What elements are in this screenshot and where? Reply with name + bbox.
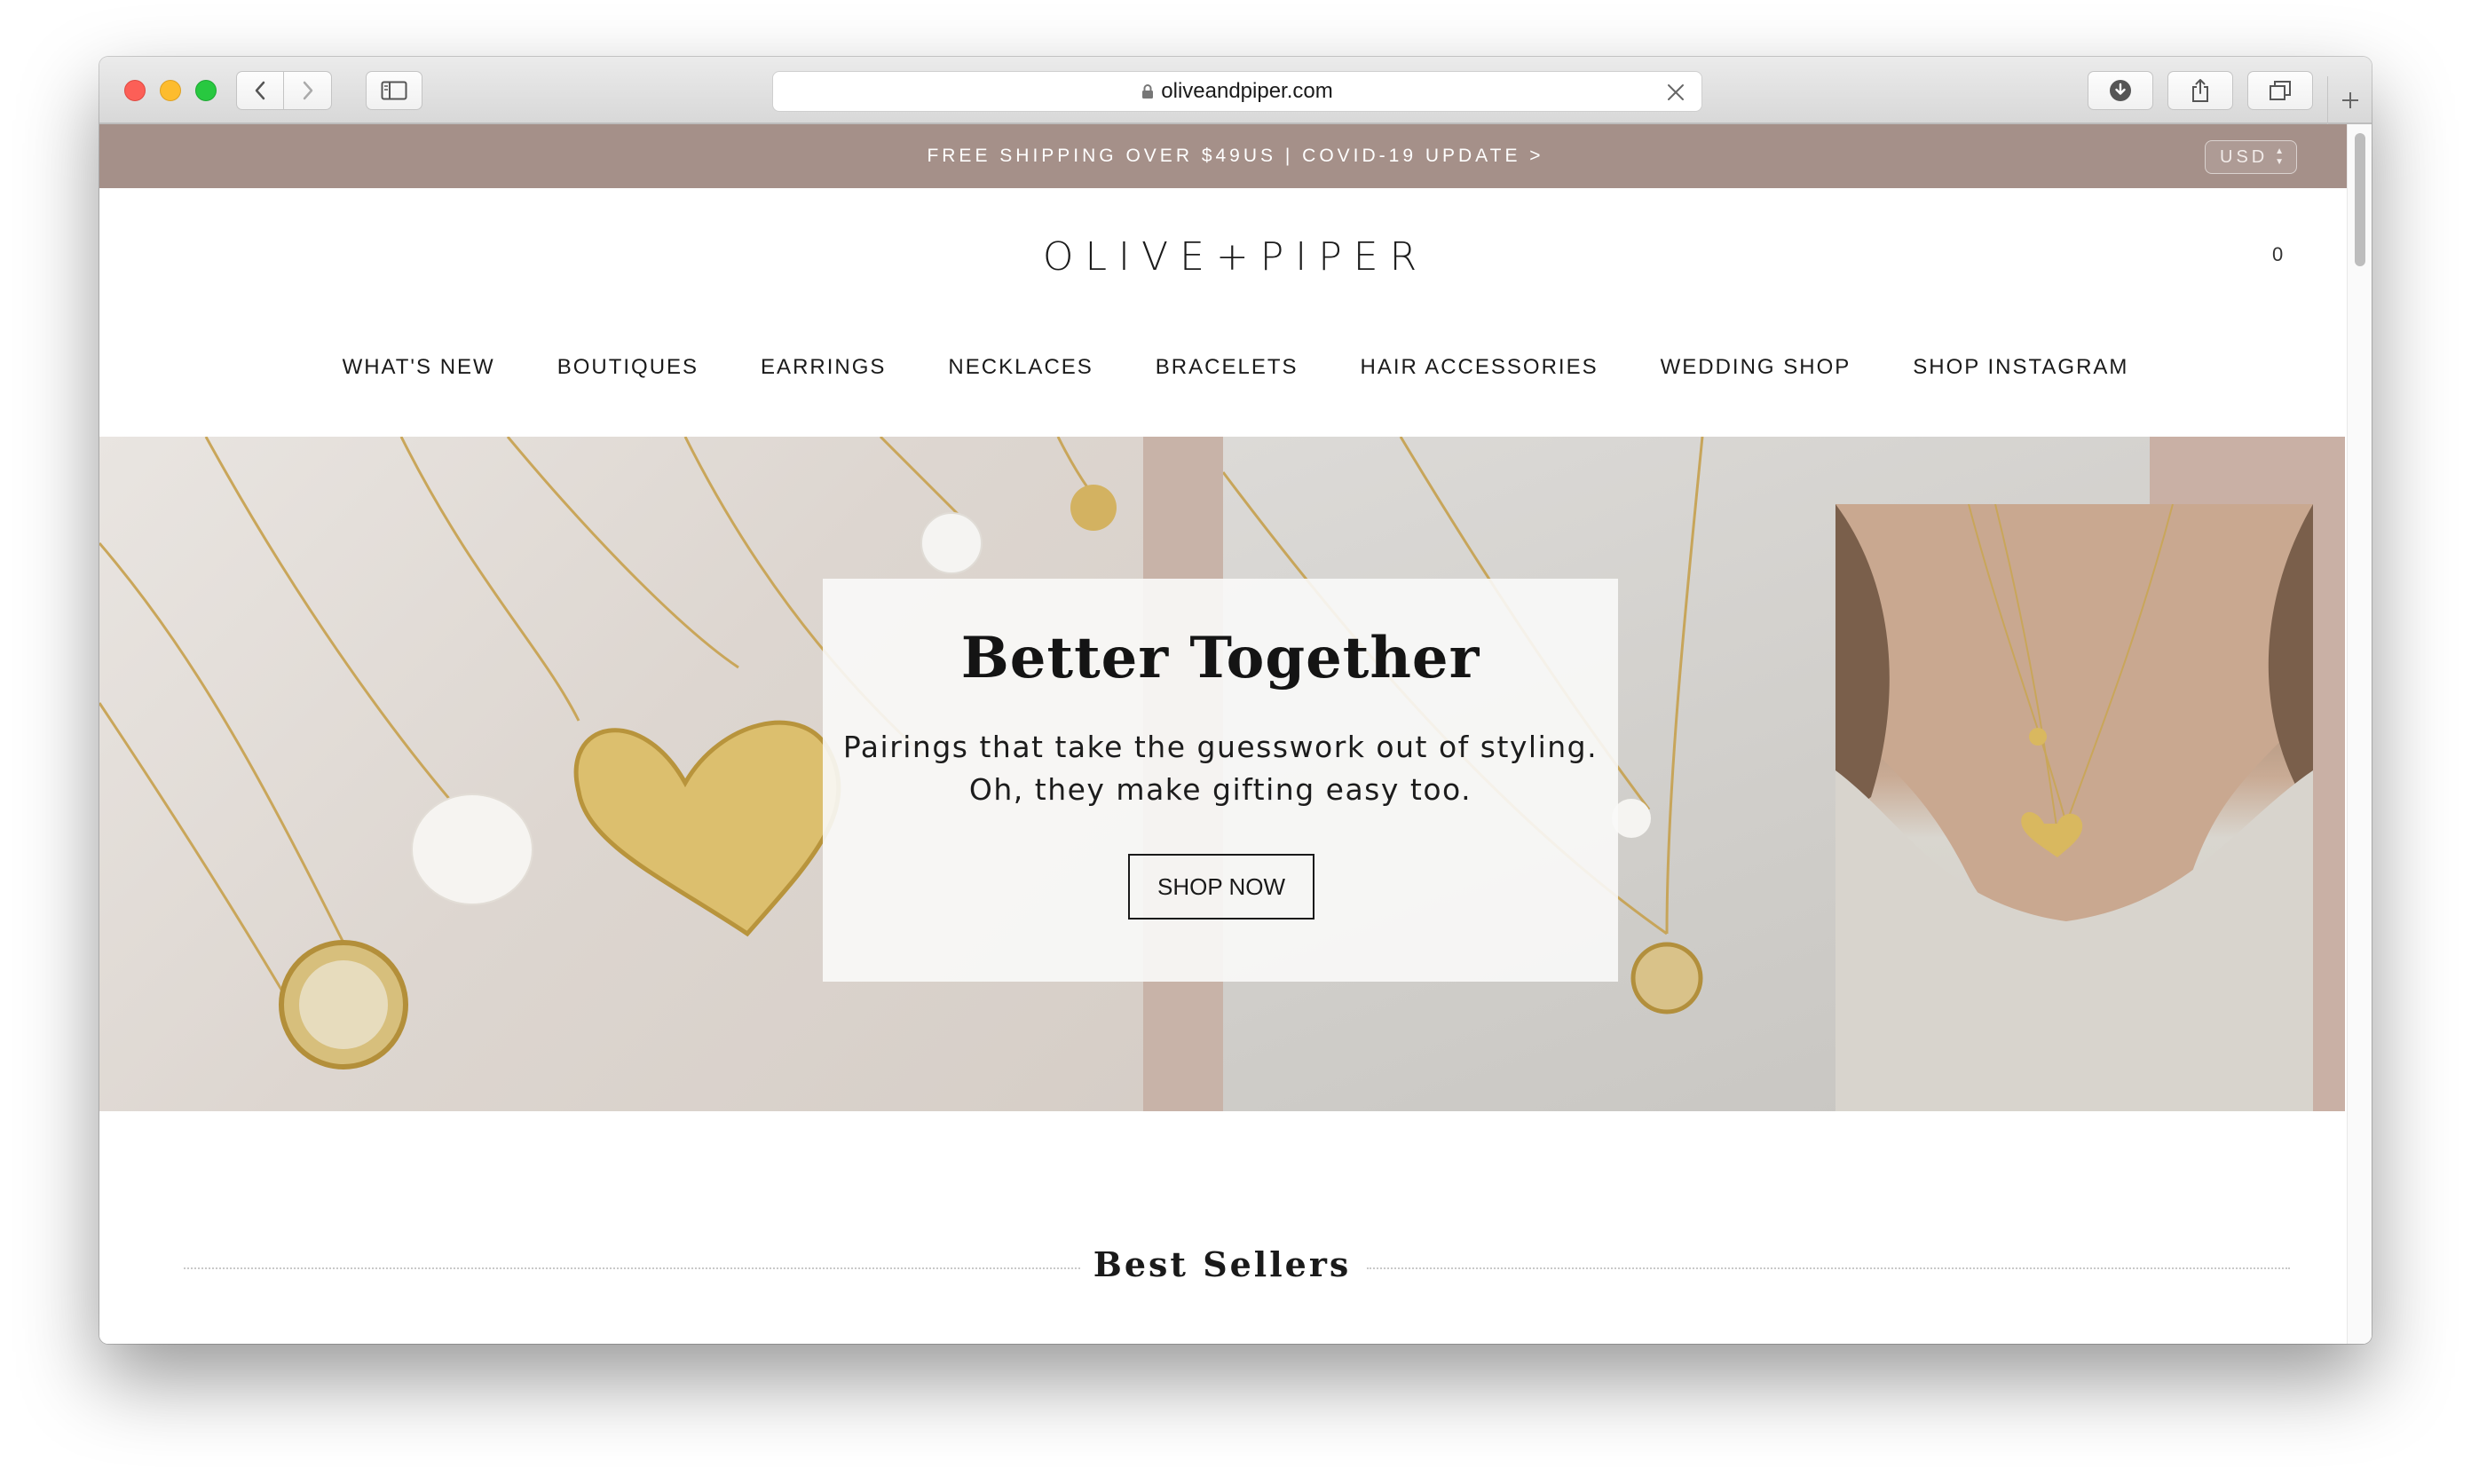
select-arrows-icon: ▲ ▼ [2275, 146, 2287, 167]
announcement-link[interactable]: FREE SHIPPING OVER $49US | COVID-19 UPDA… [927, 146, 1543, 167]
tabs-icon [2270, 81, 2291, 100]
nav-item-earrings[interactable]: EARRINGS [761, 355, 886, 380]
nav-item-bracelets[interactable]: BRACELETS [1156, 355, 1299, 380]
nav-item-necklaces[interactable]: NECKLACES [948, 355, 1093, 380]
sidebar-toggle-button[interactable] [366, 71, 422, 110]
downloads-button[interactable] [2088, 71, 2153, 110]
hero-model-photo [1835, 504, 2313, 1111]
nav-item-boutiques[interactable]: BOUTIQUES [557, 355, 699, 380]
hero-subtitle-line-2: Oh, they make gifting easy too. [968, 772, 1472, 807]
nav-item-whats-new[interactable]: WHAT'S NEW [343, 355, 495, 380]
page-scrollbar[interactable] [2347, 124, 2372, 1344]
main-nav: WHAT'S NEW BOUTIQUES EARRINGS NECKLACES … [99, 355, 2372, 380]
best-sellers-heading: Best Sellers [1093, 1244, 1352, 1284]
web-page: FREE SHIPPING OVER $49US | COVID-19 UPDA… [99, 124, 2372, 1344]
minimize-window-button[interactable] [160, 80, 181, 101]
close-window-button[interactable] [124, 80, 146, 101]
plus-icon [2341, 92, 2358, 108]
back-button[interactable] [236, 71, 284, 110]
nav-item-shop-instagram[interactable]: SHOP INSTAGRAM [1913, 355, 2128, 380]
browser-toolbar: oliveandpiper.com [99, 57, 2372, 124]
share-button[interactable] [2167, 71, 2233, 110]
hero-banner[interactable]: Better Together Pairings that take the g… [99, 437, 2345, 1111]
nav-item-wedding-shop[interactable]: WEDDING SHOP [1661, 355, 1851, 380]
announcement-bar: FREE SHIPPING OVER $49US | COVID-19 UPDA… [99, 124, 2372, 188]
forward-button[interactable] [284, 71, 332, 110]
download-icon [2110, 80, 2131, 101]
site-logo[interactable]: OLIVE+PIPER [99, 234, 2372, 280]
zoom-window-button[interactable] [195, 80, 217, 101]
shop-now-button[interactable]: SHOP NOW [1128, 854, 1314, 920]
model-illustration [1835, 504, 2313, 1111]
address-bar[interactable]: oliveandpiper.com [772, 71, 1702, 112]
url-text: oliveandpiper.com [1161, 79, 1333, 103]
sidebar-icon [381, 81, 407, 100]
nav-item-hair-accessories[interactable]: HAIR ACCESSORIES [1361, 355, 1599, 380]
forward-arrow-icon [303, 81, 312, 100]
currency-value: USD [2220, 146, 2269, 167]
lock-icon [1141, 83, 1154, 99]
cart-count[interactable]: 0 [2272, 243, 2283, 266]
back-arrow-icon [255, 81, 265, 100]
new-tab-button[interactable] [2327, 76, 2372, 124]
hero-text-panel: Better Together Pairings that take the g… [823, 579, 1618, 982]
share-icon [2192, 79, 2208, 102]
hero-title: Better Together [960, 625, 1480, 691]
browser-window: oliveandpiper.com FREE SHIPPING OVER $49… [99, 57, 2372, 1344]
hero-subtitle-line-1: Pairings that take the guesswork out of … [842, 730, 1599, 764]
close-icon[interactable] [1662, 79, 1689, 106]
hero-subtitle: Pairings that take the guesswork out of … [823, 726, 1618, 811]
scrollbar-thumb[interactable] [2355, 133, 2365, 266]
tab-overview-button[interactable] [2247, 71, 2313, 110]
currency-select[interactable]: USD ▲ ▼ [2205, 140, 2297, 174]
